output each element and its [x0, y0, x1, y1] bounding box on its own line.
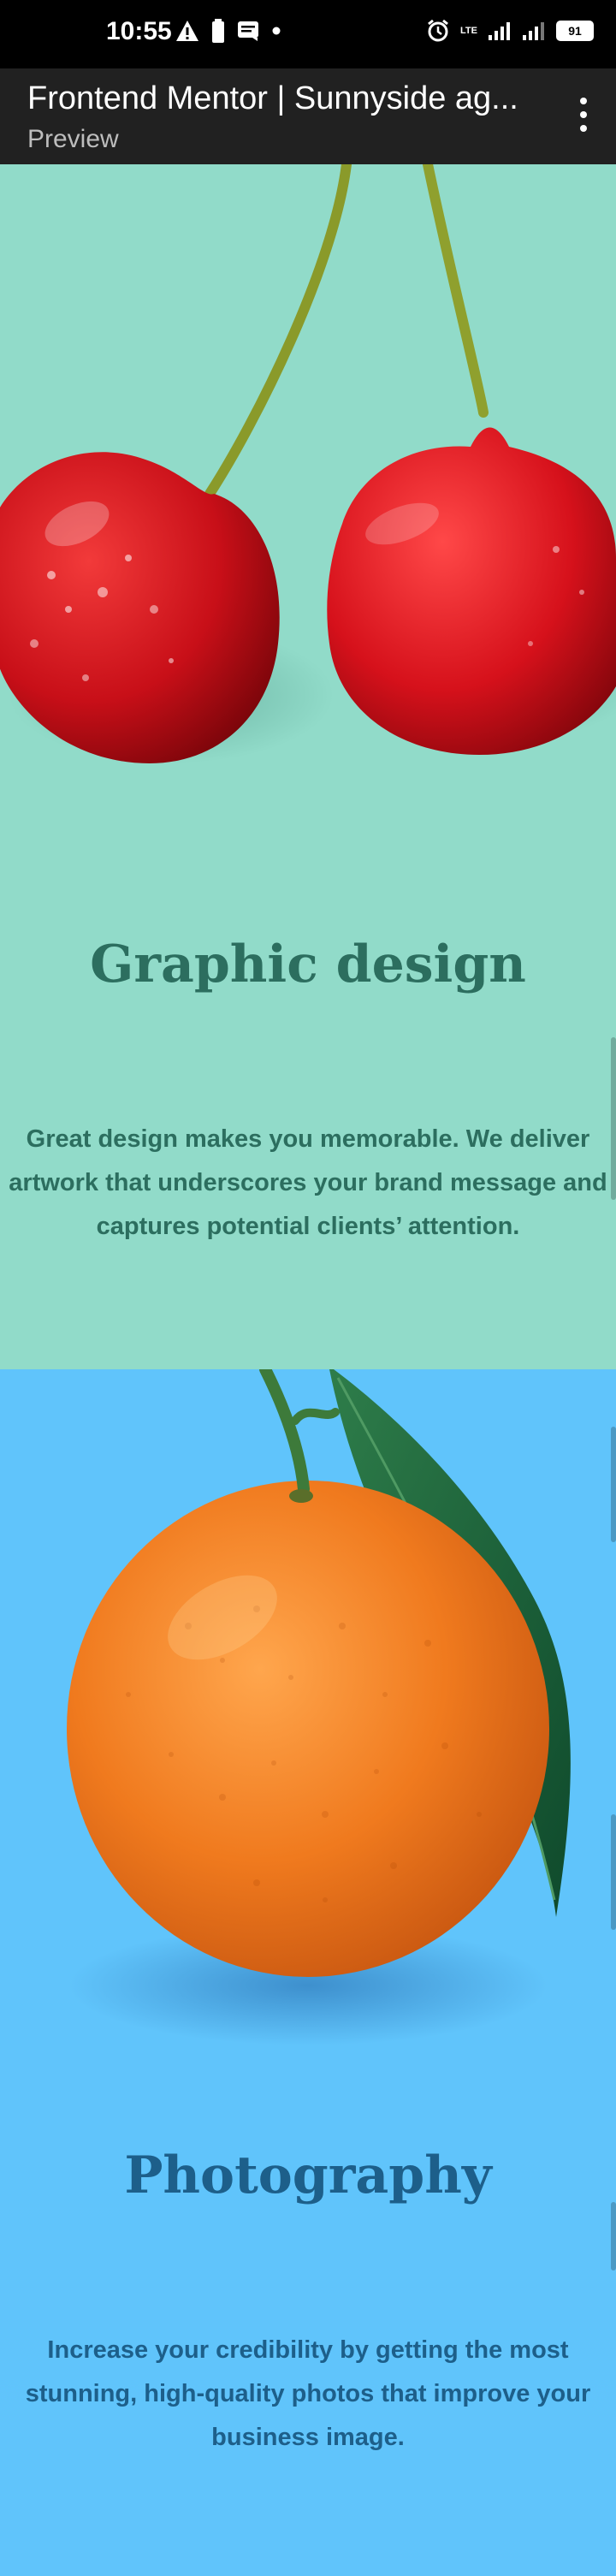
page-subtitle: Preview [27, 125, 119, 153]
status-time: 10:55 [106, 17, 172, 45]
graphic-design-section: Graphic design Great design makes you me… [0, 164, 616, 1369]
section-body: Increase your credibility by getting the… [25, 2336, 591, 2451]
scroll-marker [611, 1037, 616, 1200]
signal-icon-2 [523, 22, 544, 40]
cherries-image [0, 164, 616, 763]
more-vert-icon[interactable] [568, 98, 599, 132]
alarm-icon [428, 19, 448, 42]
warning-icon [176, 21, 198, 41]
page-title: Frontend Mentor | Sunnyside ag... [27, 80, 518, 116]
network-label: LTE [460, 26, 477, 36]
status-bar: 10:55 LTE 91 [0, 0, 616, 68]
section-body: Great design makes you memorable. We del… [9, 1125, 607, 1240]
battery-saver-icon [212, 19, 224, 43]
scroll-marker [611, 1814, 616, 1930]
section-heading: Photography [124, 2146, 492, 2205]
battery-level: 91 [568, 24, 582, 38]
signal-icon [489, 22, 510, 40]
dot-icon [272, 27, 281, 35]
orange-image [67, 1369, 571, 2045]
message-icon [238, 21, 258, 41]
battery-icon: 91 [556, 21, 594, 41]
scroll-marker [611, 1427, 616, 1542]
photography-section: Photography Increase your credibility by… [0, 1369, 616, 2576]
scroll-marker [611, 2202, 616, 2270]
section-heading: Graphic design [90, 935, 526, 994]
